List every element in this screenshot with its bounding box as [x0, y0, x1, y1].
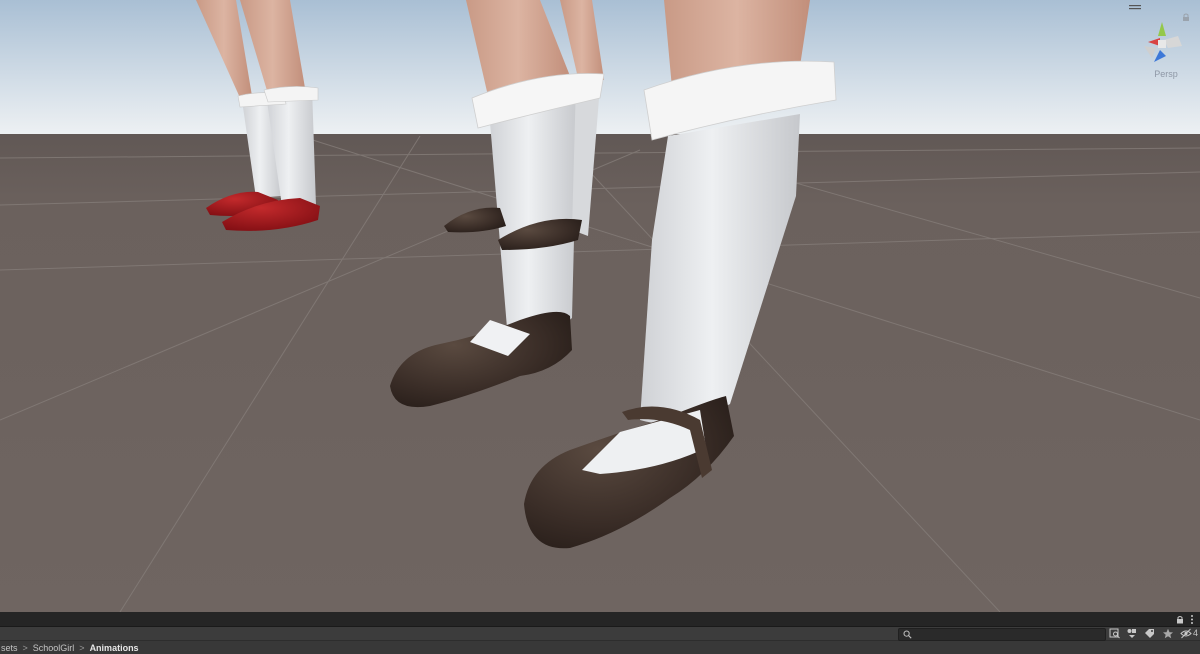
panel-tab-strip [0, 612, 1200, 627]
filter-by-type-icon[interactable] [1126, 628, 1138, 639]
hidden-packages-count: 4 [1193, 628, 1199, 638]
filter-by-label-icon[interactable] [1144, 628, 1156, 639]
breadcrumb-separator: > [22, 642, 28, 653]
ground-plane [0, 134, 1200, 612]
orientation-gizmo[interactable] [1138, 16, 1186, 68]
gizmo-z-axis [1154, 50, 1166, 62]
breadcrumb: sets > SchoolGirl > Animations [0, 641, 1200, 654]
breadcrumb-separator: > [79, 642, 85, 653]
favorite-star-icon[interactable] [1162, 628, 1174, 639]
breadcrumb-item-schoolgirl[interactable]: SchoolGirl [32, 643, 76, 653]
hidden-packages-icon[interactable] [1180, 628, 1192, 639]
panel-menu-icon[interactable] [1190, 614, 1194, 625]
project-search-box[interactable] [898, 628, 1106, 641]
scene-view[interactable]: Persp [0, 0, 1200, 612]
view-mode-label[interactable]: Persp [1148, 69, 1184, 79]
scene-viewport-render[interactable] [0, 0, 1200, 612]
project-toolbar: 4 [0, 627, 1200, 641]
breadcrumb-item-animations[interactable]: Animations [89, 643, 140, 653]
project-search-input[interactable] [913, 629, 1099, 640]
lock-icon[interactable] [1181, 12, 1191, 22]
project-panel: 4 sets > SchoolGirl > Animations [0, 612, 1200, 654]
search-icon [903, 630, 912, 639]
gizmo-y-axis [1158, 22, 1166, 36]
breadcrumb-item-assets[interactable]: sets [0, 643, 19, 653]
panel-lock-icon[interactable] [1176, 615, 1184, 624]
search-by-type-icon[interactable] [1109, 628, 1121, 639]
scene-menu-icon[interactable] [1128, 4, 1142, 12]
